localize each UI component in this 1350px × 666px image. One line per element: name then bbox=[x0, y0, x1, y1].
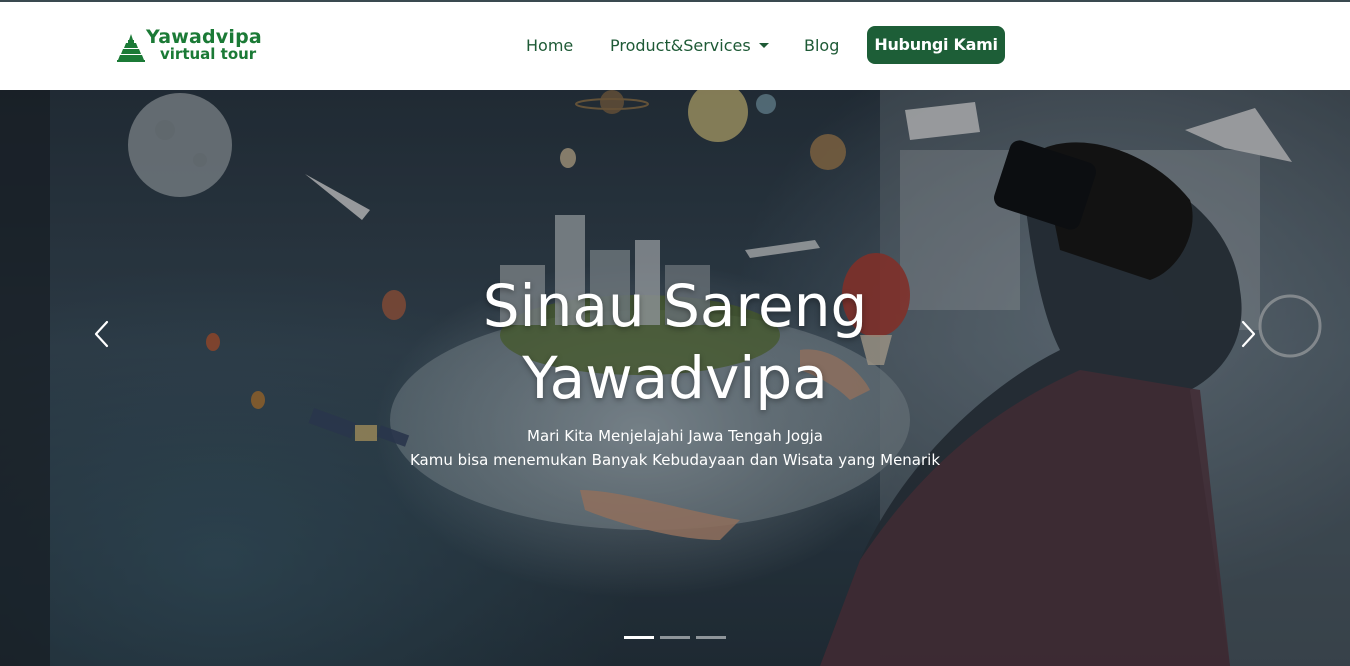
carousel-indicator-2[interactable] bbox=[660, 636, 690, 639]
hero-subtitle-line2: Kamu bisa menemukan Banyak Kebudayaan da… bbox=[409, 451, 941, 469]
hero-title: Sinau Sareng Yawadvipa bbox=[325, 270, 1025, 414]
carousel-indicators bbox=[624, 636, 728, 640]
carousel-indicator-1[interactable] bbox=[624, 636, 654, 639]
caret-down-icon bbox=[758, 43, 769, 48]
carousel-next-button[interactable] bbox=[1232, 314, 1264, 354]
brand-logo-link[interactable]: Yawadvipa virtual tour bbox=[116, 26, 276, 66]
carousel-indicator-3[interactable] bbox=[696, 636, 726, 639]
carousel-prev-button[interactable] bbox=[86, 314, 118, 354]
nav-blog-link[interactable]: Blog bbox=[804, 36, 839, 56]
hero-carousel: Sinau Sareng Yawadvipa Mari Kita Menjela… bbox=[0, 90, 1350, 666]
hero-title-line1: Sinau Sareng bbox=[482, 272, 868, 340]
nav-products-label: Product&Services bbox=[610, 36, 751, 55]
contact-us-button[interactable]: Hubungi Kami bbox=[867, 26, 1005, 64]
temple-icon bbox=[117, 34, 145, 62]
brand-tagline: virtual tour bbox=[160, 45, 257, 63]
navbar: Yawadvipa virtual tour Home Product&Serv… bbox=[0, 2, 1350, 90]
chevron-left-icon bbox=[94, 320, 109, 348]
chevron-right-icon bbox=[1241, 320, 1256, 348]
nav-products-dropdown[interactable]: Product&Services bbox=[610, 36, 769, 56]
nav-home-link[interactable]: Home bbox=[526, 36, 573, 56]
hero-subtitle-line1: Mari Kita Menjelajahi Jawa Tengah Jogja bbox=[527, 427, 823, 445]
hero-title-line2: Yawadvipa bbox=[522, 344, 828, 412]
